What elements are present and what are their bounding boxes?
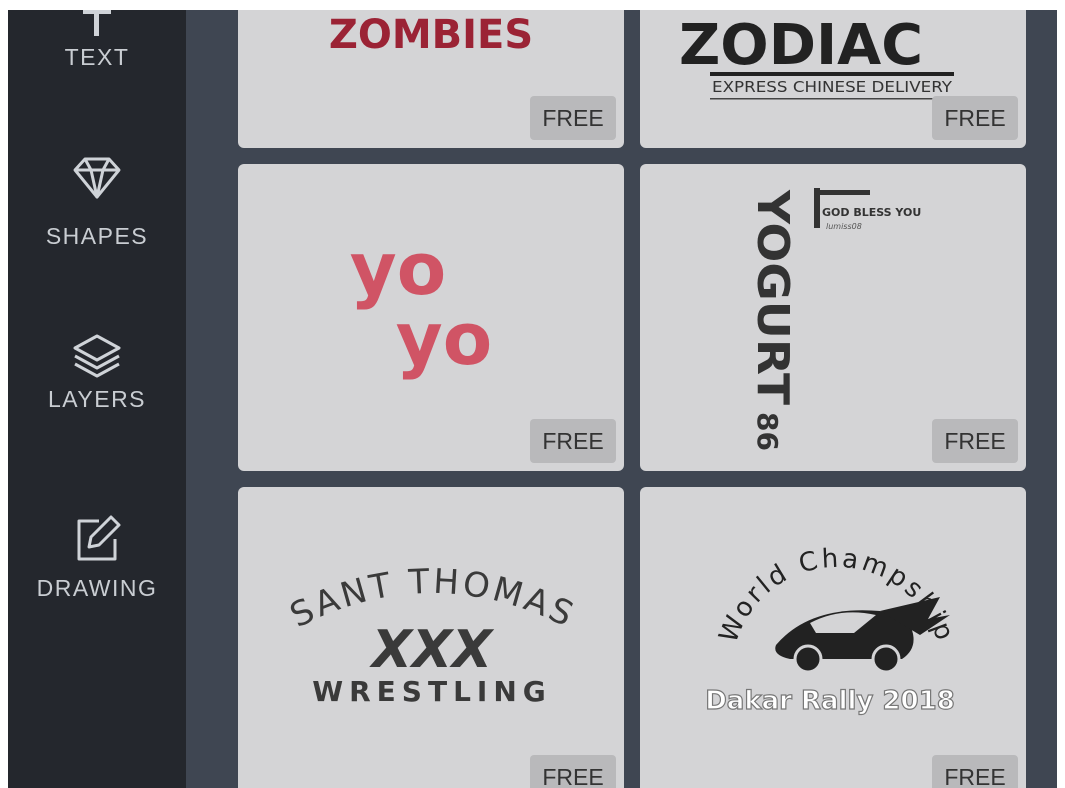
- sidebar-item-drawing[interactable]: DRAWING: [8, 513, 186, 602]
- free-badge: FREE: [530, 96, 616, 140]
- free-badge: FREE: [932, 419, 1018, 463]
- free-badge: FREE: [530, 755, 616, 788]
- template-title: ZOMBIES: [329, 12, 533, 58]
- template-subtitle: EXPRESS CHINESE DELIVERY: [712, 78, 953, 96]
- template-card-wrestling[interactable]: SANT THOMAS XXX WRESTLING FREE: [238, 487, 624, 788]
- sidebar-item-label: SHAPES: [45, 223, 149, 249]
- free-badge: FREE: [932, 755, 1018, 788]
- sidebar-item-label: DRAWING: [36, 575, 158, 601]
- sidebar: TEXT SHAPES LAYERS DRAWING: [8, 10, 186, 788]
- template-card-yoyo[interactable]: yo yo FREE: [238, 164, 624, 471]
- template-card-zombies[interactable]: ZOMBIES FREE: [238, 10, 624, 148]
- template-card-zodiac[interactable]: ZODIAC EXPRESS CHINESE DELIVERY FREE: [640, 10, 1026, 148]
- template-card-dakar[interactable]: World Champship Dakar Rally 2018 FREE: [640, 487, 1026, 788]
- template-title: YOGURT: [747, 189, 798, 405]
- edit-icon: [77, 515, 121, 561]
- template-card-yogurt[interactable]: YOGURT 86 GOD BLESS YOU lumiss08 FREE: [640, 164, 1026, 471]
- template-gallery: ZOMBIES FREE ZODIAC EXPRESS CHINESE DELI…: [186, 10, 1065, 788]
- template-mark: XXX: [369, 620, 495, 680]
- template-text-line2: yo: [396, 297, 492, 381]
- free-badge: FREE: [530, 419, 616, 463]
- race-car-icon: [775, 597, 950, 674]
- template-tagline: GOD BLESS YOU: [822, 206, 921, 219]
- template-number: 86: [751, 412, 784, 451]
- sidebar-item-layers[interactable]: LAYERS: [8, 332, 186, 413]
- template-bottom-text: Dakar Rally 2018: [705, 686, 955, 716]
- layers-icon: [73, 334, 121, 378]
- free-badge: FREE: [932, 96, 1018, 140]
- window-edge: [1057, 0, 1065, 788]
- sidebar-item-text[interactable]: TEXT: [8, 0, 186, 71]
- sidebar-item-label: TEXT: [64, 44, 130, 70]
- sidebar-item-label: LAYERS: [47, 386, 147, 412]
- diamond-icon: [73, 157, 121, 199]
- template-preview: World Champship Dakar Rally 2018: [705, 544, 958, 717]
- template-bottom-text: WRESTLING: [312, 675, 552, 708]
- template-preview: SANT THOMAS XXX WRESTLING: [284, 562, 579, 708]
- text-icon: [83, 10, 111, 36]
- template-signature: lumiss08: [826, 222, 862, 231]
- template-title: ZODIAC: [679, 13, 923, 78]
- sidebar-item-shapes[interactable]: SHAPES: [8, 155, 186, 250]
